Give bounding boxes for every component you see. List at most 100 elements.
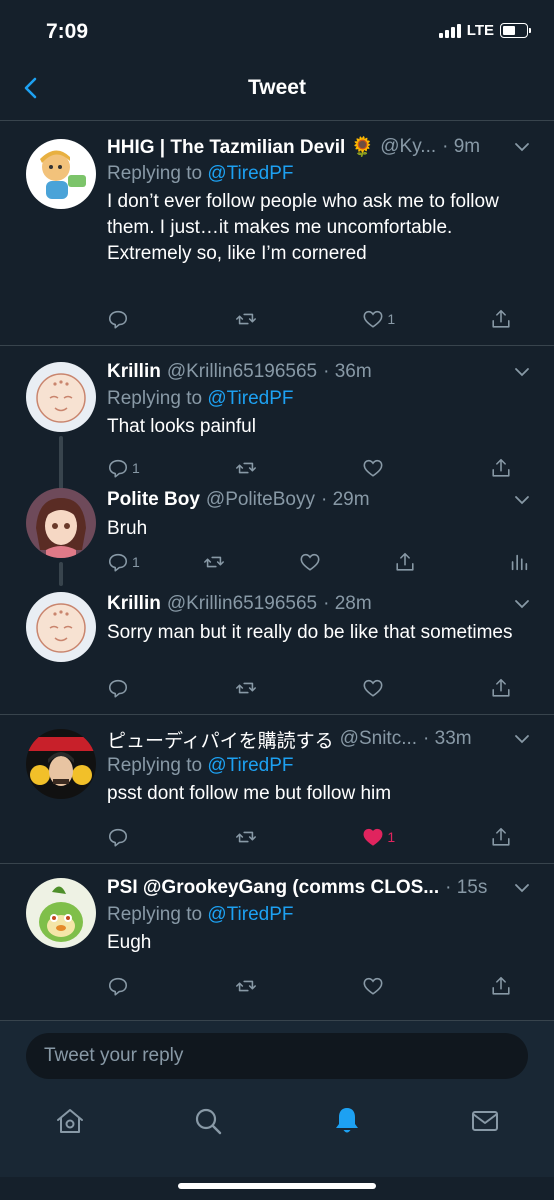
author-handle[interactable]: @Krillin65196565 (167, 361, 317, 383)
retweet-button[interactable] (235, 308, 275, 330)
reply-button[interactable] (107, 975, 147, 997)
retweet-icon (203, 556, 224, 568)
avatar[interactable] (26, 362, 96, 432)
tweet-actions (107, 676, 530, 700)
retweet-button[interactable] (235, 826, 275, 848)
tweet-time: · 15s (445, 877, 488, 898)
heart-icon (363, 977, 383, 995)
like-button[interactable] (362, 677, 402, 699)
heart-icon (363, 310, 383, 328)
messages-icon[interactable] (469, 1105, 501, 1137)
author-name[interactable]: ピューディパイを購読する (107, 726, 334, 753)
tweet-text: Eugh (107, 932, 152, 953)
share-button[interactable] (490, 975, 530, 997)
chevron-down-icon[interactable] (514, 596, 530, 612)
reply-icon (108, 679, 128, 698)
like-button[interactable] (362, 457, 402, 479)
reply-button[interactable]: 1 (107, 457, 147, 479)
reply-button[interactable] (107, 308, 147, 330)
tweet[interactable]: HHIG | The Tazmilian Devil 🌻 @Ky... · 9m… (0, 121, 554, 346)
tweet[interactable]: ピューディパイを購読する @Snitc... · 33m Replying to… (0, 715, 554, 864)
tweet-actions: 1 (107, 825, 530, 849)
page-title: Tweet (248, 76, 306, 99)
author-name[interactable]: Polite Boy (107, 489, 200, 511)
reply-icon (108, 828, 128, 847)
tweet-text: Bruh (107, 518, 148, 539)
search-icon[interactable] (192, 1105, 224, 1137)
avatar[interactable] (26, 139, 96, 209)
tweet-text: That looks painful (107, 416, 256, 437)
heart-icon (363, 459, 383, 477)
chevron-down-icon[interactable] (514, 139, 530, 155)
analytics-button[interactable] (490, 551, 530, 573)
tweet[interactable]: Krillin @Krillin65196565 · 28m Sorry man… (0, 590, 554, 715)
like-button[interactable] (299, 551, 339, 573)
share-icon (492, 458, 510, 477)
author-name[interactable]: PSI @GrookeyGang (comms CLOS... (107, 877, 439, 899)
tweet-text: psst dont follow me but follow him (107, 783, 392, 804)
avatar[interactable] (26, 878, 96, 948)
chevron-down-icon[interactable] (514, 731, 530, 747)
author-name[interactable]: Krillin (107, 593, 161, 615)
replying-to-link[interactable]: @TiredPF (207, 388, 293, 409)
share-button[interactable] (490, 826, 530, 848)
battery-icon (500, 23, 531, 38)
replying-to-link[interactable]: @TiredPF (207, 755, 293, 776)
like-button[interactable]: 1 (362, 826, 402, 848)
tweet-actions: 1 (107, 456, 530, 480)
avatar[interactable] (26, 488, 96, 558)
like-button[interactable] (362, 975, 402, 997)
tab-bar (0, 1105, 554, 1145)
replying-to: Replying to @TiredPF (107, 755, 294, 776)
tweet[interactable]: Krillin @Krillin65196565 · 36m Replying … (0, 346, 554, 496)
heart-icon (300, 553, 319, 571)
retweet-button[interactable] (235, 677, 275, 699)
retweet-icon (235, 831, 256, 843)
reply-button[interactable] (107, 677, 147, 699)
tweet[interactable]: PSI @GrookeyGang (comms CLOS... · 15s Re… (0, 864, 554, 1008)
notifications-icon[interactable] (331, 1105, 363, 1137)
retweet-button[interactable] (235, 457, 275, 479)
chevron-down-icon[interactable] (514, 492, 530, 508)
share-button[interactable] (490, 457, 530, 479)
reply-input[interactable]: Tweet your reply (26, 1033, 528, 1079)
author-handle[interactable]: @Krillin65196565 (167, 593, 317, 615)
tweet-actions: 1 (107, 307, 530, 331)
tweet-time: · 33m (423, 728, 472, 749)
tweet[interactable]: Polite Boy @PoliteBoyy · 29m Bruh 1 (0, 486, 554, 590)
chevron-down-icon[interactable] (514, 364, 530, 380)
author-handle[interactable]: @Snitc... (340, 728, 417, 750)
retweet-button[interactable] (203, 551, 243, 573)
share-icon (492, 976, 510, 995)
network-type: LTE (466, 22, 494, 39)
tweet-actions (107, 974, 530, 998)
status-bar: 7:09 LTE (0, 0, 554, 62)
reply-icon (108, 553, 128, 572)
like-button[interactable]: 1 (362, 308, 402, 330)
author-handle[interactable]: @PoliteBoyy (206, 489, 315, 511)
replying-to-link[interactable]: @TiredPF (207, 904, 293, 925)
author-handle[interactable]: @Ky... (380, 136, 436, 158)
reply-button[interactable] (107, 826, 147, 848)
author-name[interactable]: Krillin (107, 361, 161, 383)
replying-to-link[interactable]: @TiredPF (207, 163, 293, 184)
chevron-down-icon[interactable] (514, 880, 530, 896)
retweet-icon (235, 462, 256, 474)
retweet-button[interactable] (235, 975, 275, 997)
nav-bar: Tweet (0, 62, 554, 121)
analytics-icon (511, 554, 528, 571)
home-icon[interactable] (54, 1105, 86, 1137)
author-name[interactable]: HHIG | The Tazmilian Devil 🌻 (107, 135, 374, 159)
tweet-actions: 1 (107, 550, 530, 574)
replying-to: Replying to @TiredPF (107, 904, 294, 925)
share-button[interactable] (490, 308, 530, 330)
tweet-text: I don’t ever follow people who ask me to… (107, 191, 499, 264)
avatar[interactable] (26, 592, 96, 662)
tweet-time: · 9m (442, 136, 481, 157)
share-button[interactable] (394, 551, 434, 573)
avatar[interactable] (26, 729, 96, 799)
heart-filled-icon (363, 828, 383, 846)
share-button[interactable] (490, 677, 530, 699)
reply-button[interactable]: 1 (107, 551, 147, 573)
retweet-icon (235, 682, 256, 694)
